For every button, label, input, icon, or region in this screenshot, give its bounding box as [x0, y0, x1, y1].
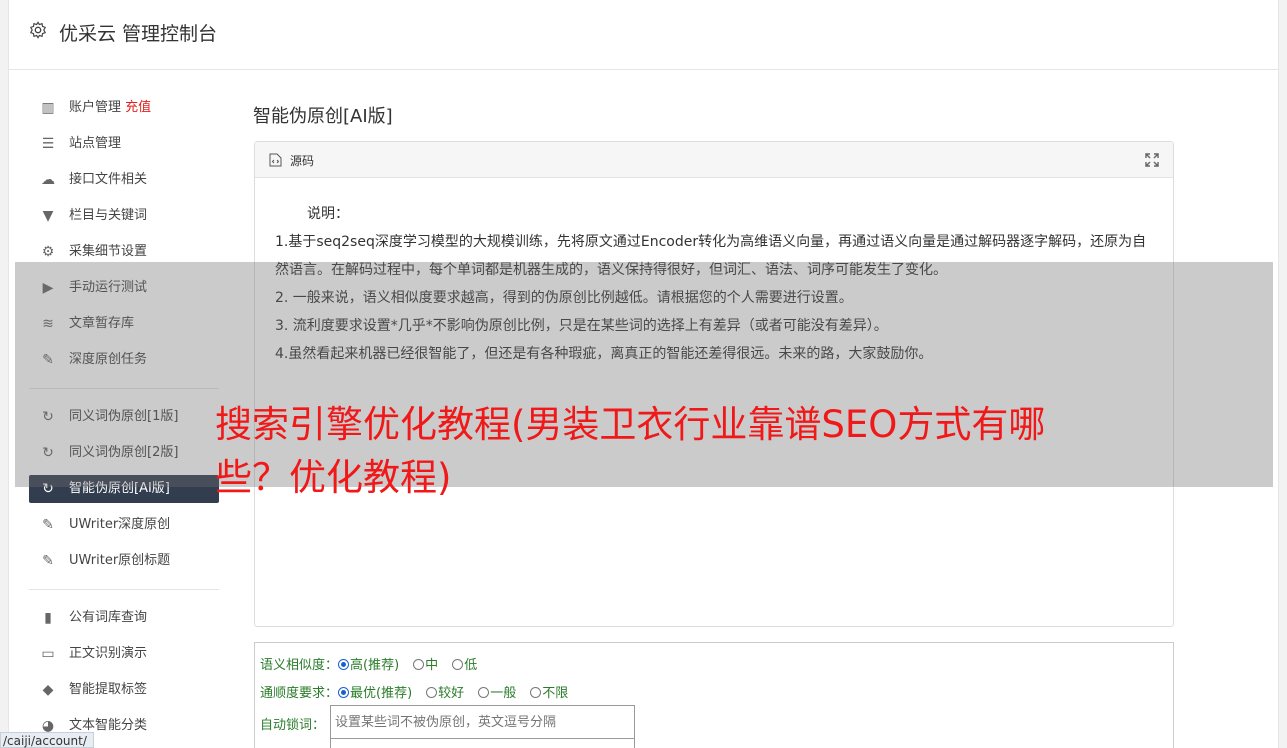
fluency-row: 通顺度要求： 最优(推荐) 较好 一般 不限 — [260, 682, 582, 701]
sidebar-item-uwriter-title[interactable]: ✎ UWriter原创标题 — [29, 543, 219, 579]
sidebar-item-label: 站点管理 — [69, 136, 122, 151]
sidebar-item-label: 智能提取标签 — [69, 682, 148, 697]
sidebar-item-label: 接口文件相关 — [69, 172, 148, 187]
sidebar-item-columns[interactable]: ▼ 栏目与关键词 — [29, 198, 219, 234]
panel-header: 源码 — [255, 142, 1173, 178]
book-icon: ▮ — [44, 610, 52, 626]
radio-label: 中 — [425, 658, 439, 673]
radio-label: 高(推荐) — [350, 658, 400, 673]
sidebar-item-label: 账户管理 — [69, 100, 122, 115]
fluency-label: 通顺度要求： — [260, 686, 339, 701]
divider — [29, 589, 219, 590]
similarity-radio-high[interactable] — [338, 659, 350, 670]
radio-label: 较好 — [438, 686, 465, 701]
console-title: 优采云 管理控制台 — [59, 23, 218, 45]
similarity-radio-low[interactable] — [452, 659, 464, 670]
lock-words-input[interactable] — [330, 705, 635, 739]
filter-icon: ▼ — [42, 208, 54, 224]
sidebar-item-label: 公有词库查询 — [69, 610, 148, 625]
file-code-icon — [269, 153, 282, 167]
sidebar-item-label: 栏目与关键词 — [69, 208, 148, 223]
radio-label: 最优(推荐) — [350, 686, 413, 701]
sidebar-item-account[interactable]: ▥ 账户管理 充值 — [29, 90, 219, 126]
page-title: 智能伪原创[AI版] — [253, 106, 393, 127]
fluency-radio-any[interactable] — [530, 687, 542, 698]
sidebar-item-label: 正文识别演示 — [69, 646, 148, 661]
overlay-headline: 搜索引擎优化教程(男装卫衣行业靠谱SEO方式有哪些？优化教程) — [215, 403, 1046, 499]
status-url: /caiji/account/ — [0, 732, 94, 748]
fluency-radio-good[interactable] — [426, 687, 438, 698]
radio-label: 低 — [464, 658, 478, 673]
fullscreen-icon[interactable] — [1145, 153, 1159, 167]
radio-label: 一般 — [490, 686, 517, 701]
fluency-radio-best[interactable] — [338, 687, 350, 698]
sidebar-item-interface[interactable]: ☁ 接口文件相关 — [29, 162, 219, 198]
gear-icon — [29, 21, 47, 39]
sidebar-item-label: 采集细节设置 — [69, 244, 148, 259]
sidebar-item-uwriter-deep[interactable]: ✎ UWriter深度原创 — [29, 507, 219, 543]
edit-icon: ✎ — [42, 517, 54, 533]
text-area[interactable] — [330, 738, 635, 748]
sidebar-item-label: 文本智能分类 — [69, 718, 148, 733]
sidebar-item-text-recognition[interactable]: ▭ 正文识别演示 — [29, 636, 219, 672]
options-box: 语义相似度： 高(推荐) 中 低 通顺度要求： 最优(推荐) 较好 一般 不限 自动锁词： — [254, 642, 1174, 748]
tag-icon: ◆ — [42, 682, 54, 698]
similarity-label: 语义相似度： — [260, 658, 339, 673]
similarity-radio-mid[interactable] — [413, 659, 425, 670]
fluency-radio-normal[interactable] — [478, 687, 490, 698]
top-bar: 优采云 管理控制台 — [9, 0, 1278, 70]
sidebar-item-sites[interactable]: ☰ 站点管理 — [29, 126, 219, 162]
sidebar-item-tag-extract[interactable]: ◆ 智能提取标签 — [29, 672, 219, 708]
sidebar-item-public-lexicon[interactable]: ▮ 公有词库查询 — [29, 600, 219, 636]
edit-icon: ✎ — [42, 553, 54, 569]
gears-icon: ⚙ — [41, 244, 55, 260]
source-toggle-button[interactable]: 源码 — [290, 152, 314, 169]
list-icon: ☰ — [41, 136, 55, 152]
sidebar-item-label: UWriter深度原创 — [69, 517, 171, 532]
lock-label: 自动锁词： — [260, 718, 326, 733]
bar-chart-icon: ▥ — [41, 100, 55, 116]
similarity-row: 语义相似度： 高(推荐) 中 低 — [260, 654, 491, 673]
radio-label: 不限 — [542, 686, 569, 701]
sidebar-item-label: UWriter原创标题 — [69, 553, 171, 568]
cloud-upload-icon: ☁ — [41, 172, 55, 188]
monitor-icon: ▭ — [41, 646, 55, 662]
intro-heading: 说明： — [307, 206, 349, 222]
recharge-link[interactable]: 充值 — [125, 100, 151, 115]
